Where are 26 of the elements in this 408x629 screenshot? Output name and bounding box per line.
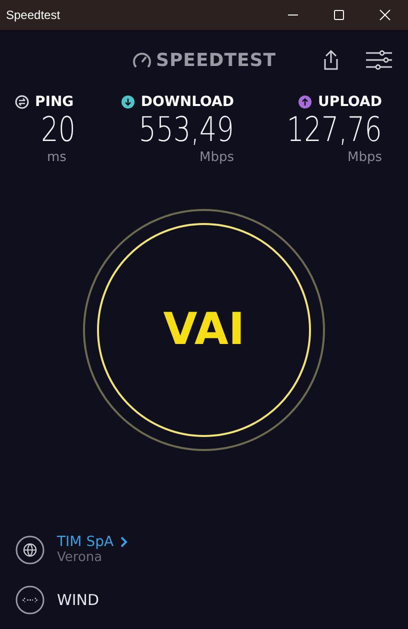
metric-label: DOWNLOAD	[140, 94, 234, 110]
metric-value: 553,49	[138, 110, 234, 150]
maximize-icon[interactable]	[333, 9, 345, 21]
server-icon	[15, 585, 45, 615]
server-name[interactable]: WIND	[57, 591, 100, 609]
share-icon[interactable]	[322, 49, 340, 71]
gauge-icon	[132, 51, 152, 69]
globe-icon	[15, 534, 45, 564]
close-icon[interactable]	[379, 9, 391, 21]
metric-value: 20	[41, 110, 76, 150]
metric-unit: Mbps	[200, 150, 234, 165]
ping-icon	[15, 95, 29, 109]
metric-unit: Mbps	[348, 150, 382, 165]
provider-location: Verona	[57, 550, 104, 565]
provider-link[interactable]: TIM SpA	[57, 534, 128, 550]
chevron-icon	[120, 536, 128, 548]
go-button[interactable]: VAI	[97, 222, 311, 436]
metric-label: UPLOAD	[318, 94, 382, 110]
metric-label: PING	[35, 94, 74, 110]
upload-icon	[298, 95, 312, 109]
logo-text: SPEEDTEST	[156, 50, 276, 70]
download-icon	[120, 95, 135, 109]
settings-icon[interactable]	[366, 50, 392, 70]
metric-unit: ms	[47, 150, 66, 165]
window-title: Speedtest	[6, 8, 60, 22]
metric-value: 127,76	[286, 110, 382, 150]
